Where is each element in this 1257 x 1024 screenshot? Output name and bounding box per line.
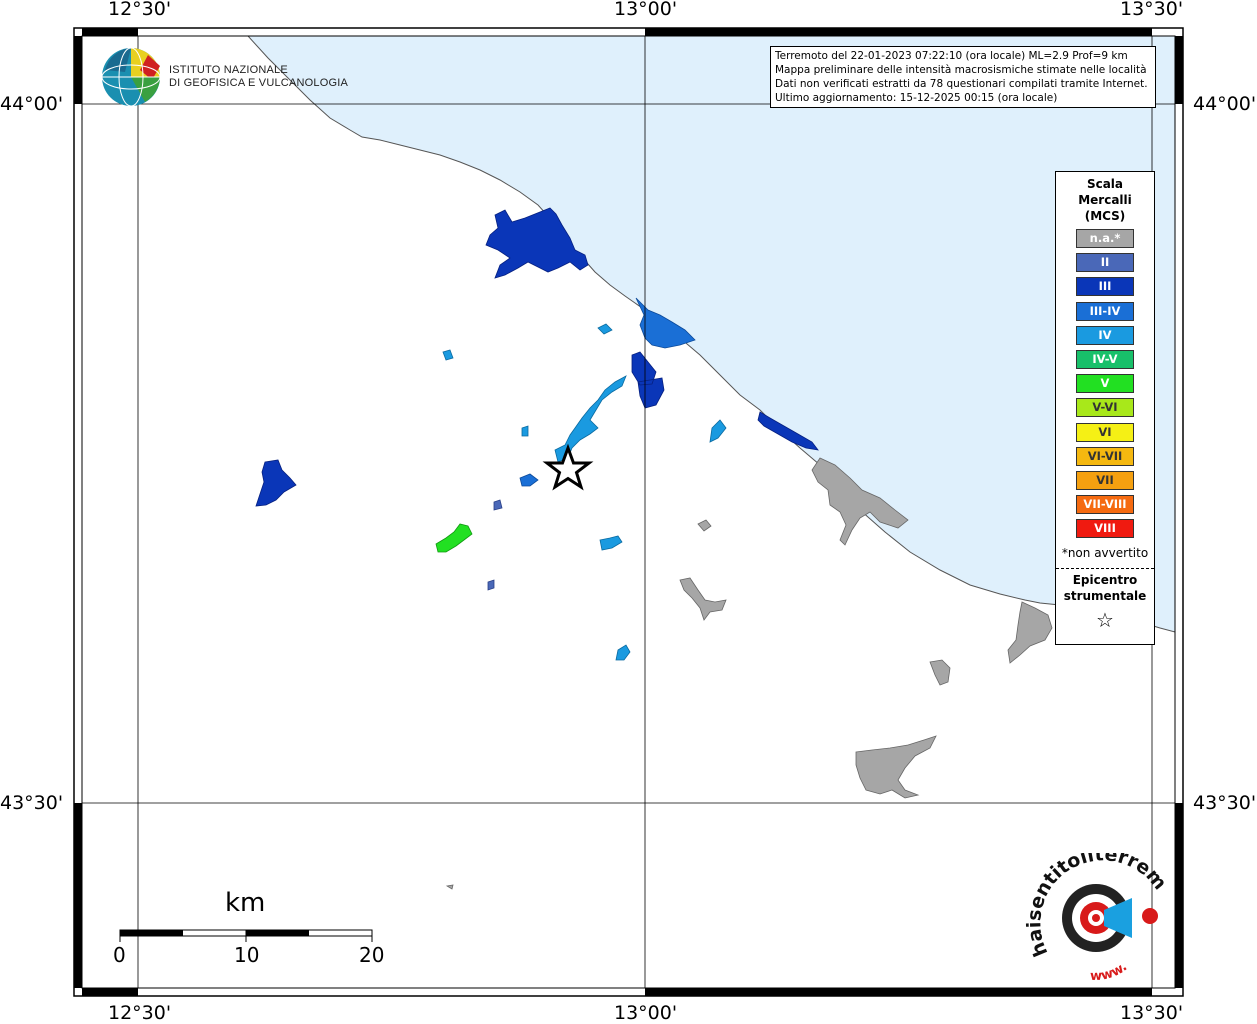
town-iii-west <box>255 459 297 507</box>
frame-bar-top-2 <box>645 28 1152 36</box>
scale-unit: km <box>225 888 266 918</box>
town-iv-7 <box>521 425 529 437</box>
town-ii-2 <box>487 579 495 591</box>
town-iv-1 <box>554 375 627 463</box>
legend-item: VII <box>1076 471 1134 490</box>
town-iv-5 <box>597 323 613 335</box>
ingv-line-2: DI GEOFISICA E VULCANOLOGIA <box>169 77 348 89</box>
town-iv-4 <box>709 419 727 443</box>
svg-text:haisentitoilterremoto.it: haisentitoilterremoto.it <box>1018 853 1171 960</box>
legend-title-3: (MCS) <box>1084 209 1126 223</box>
legend-epicenter-label: Epicentro strumentale <box>1056 572 1154 604</box>
legend-item: V-VI <box>1076 398 1134 418</box>
legend-item: VI-VII <box>1076 446 1134 466</box>
town-iv-6 <box>442 349 454 361</box>
frame-bar-left-2 <box>74 803 82 988</box>
legend-item: III <box>1076 277 1134 297</box>
lat-label-right-1: 44°00' <box>1193 93 1257 115</box>
legend-item: II <box>1076 253 1134 273</box>
legend-epi-2: strumentale <box>1063 589 1147 603</box>
info-line-3: Dati non verificati estratti da 78 quest… <box>775 78 1148 90</box>
town-iiiiv-2 <box>519 473 539 487</box>
haisentito-url: www. <box>1090 960 1130 985</box>
town-v-1 <box>435 523 473 553</box>
haisentito-text: haisentitoilterremoto.it <box>1018 853 1171 960</box>
info-line-1: Terremoto del 22-01-2023 07:22:10 (ora l… <box>775 50 1128 62</box>
lat-label-left-1: 44°00' <box>0 93 64 115</box>
legend-item: VIII <box>1076 519 1134 539</box>
scale-tick-10: 10 <box>234 943 260 967</box>
legend-star-icon: ☆ <box>1096 608 1114 632</box>
info-line-4: Ultimo aggiornamento: 15-12-2025 00:15 (… <box>775 92 1058 104</box>
scale-bar <box>119 929 373 942</box>
scale-tick-20: 20 <box>359 943 385 967</box>
town-na-2 <box>1007 601 1053 664</box>
svg-text:www.: www. <box>1090 960 1130 985</box>
legend-title-1: Scala <box>1086 177 1124 191</box>
lon-label-top-3: 13°30' <box>1120 0 1184 20</box>
frame-bar-right-1 <box>1175 36 1183 104</box>
town-iii-fano <box>631 351 665 409</box>
legend-item: III-IV <box>1076 301 1134 321</box>
frame-bar-top-1 <box>82 28 138 36</box>
epicenter-star-icon <box>542 443 594 491</box>
town-na-6 <box>697 519 712 532</box>
lon-label-top-1: 12°30' <box>108 0 172 20</box>
legend-separator <box>1056 568 1154 569</box>
lat-label-right-2: 43°30' <box>1193 792 1257 814</box>
town-na-5 <box>929 659 951 686</box>
legend-epi-1: Epicentro <box>1072 573 1138 587</box>
info-line-2: Mappa preliminare delle intensità macros… <box>775 64 1147 76</box>
scale-tick-0: 0 <box>113 943 126 967</box>
earthquake-info-box: Terremoto del 22-01-2023 07:22:10 (ora l… <box>770 46 1156 108</box>
legend-item: IV-V <box>1076 350 1134 369</box>
town-na-7 <box>445 884 454 890</box>
legend-item: n.a.* <box>1076 229 1134 248</box>
ingv-globe-icon <box>101 47 161 107</box>
lon-label-bottom-2: 13°00' <box>614 1002 678 1024</box>
lat-label-left-2: 43°30' <box>0 792 64 814</box>
legend-title-2: Mercalli <box>1078 193 1132 207</box>
ingv-logo-text: ISTITUTO NAZIONALE DI GEOFISICA E VULCAN… <box>169 64 348 90</box>
town-na-4 <box>679 577 727 621</box>
town-ii-1 <box>493 499 503 511</box>
town-na-3 <box>855 735 937 799</box>
lon-label-bottom-3: 13°30' <box>1120 1002 1184 1024</box>
haisentito-logo-text: haisentitoilterremoto.it www. <box>1018 853 1171 985</box>
lon-label-bottom-1: 12°30' <box>108 1002 172 1024</box>
ingv-line-1: ISTITUTO NAZIONALE <box>169 64 288 76</box>
frame-bar-bottom-1 <box>82 988 138 996</box>
legend-note: *non avvertito <box>1061 546 1149 560</box>
frame-bar-left-1 <box>74 36 82 104</box>
legend-item: IV <box>1076 325 1134 345</box>
town-iv-3 <box>615 644 631 661</box>
legend-item: V <box>1076 374 1134 394</box>
legend-item: VI <box>1076 422 1134 442</box>
lon-label-top-2: 13°00' <box>614 0 678 20</box>
legend-item: VII-VIII <box>1076 495 1134 515</box>
mcs-legend: Scala Mercalli (MCS) n.a.* II III III-IV IV I… <box>1055 171 1155 645</box>
legend-title: Scala Mercalli (MCS) <box>1056 176 1154 224</box>
town-iv-2 <box>599 535 623 551</box>
adriatic-sea <box>246 35 1176 633</box>
